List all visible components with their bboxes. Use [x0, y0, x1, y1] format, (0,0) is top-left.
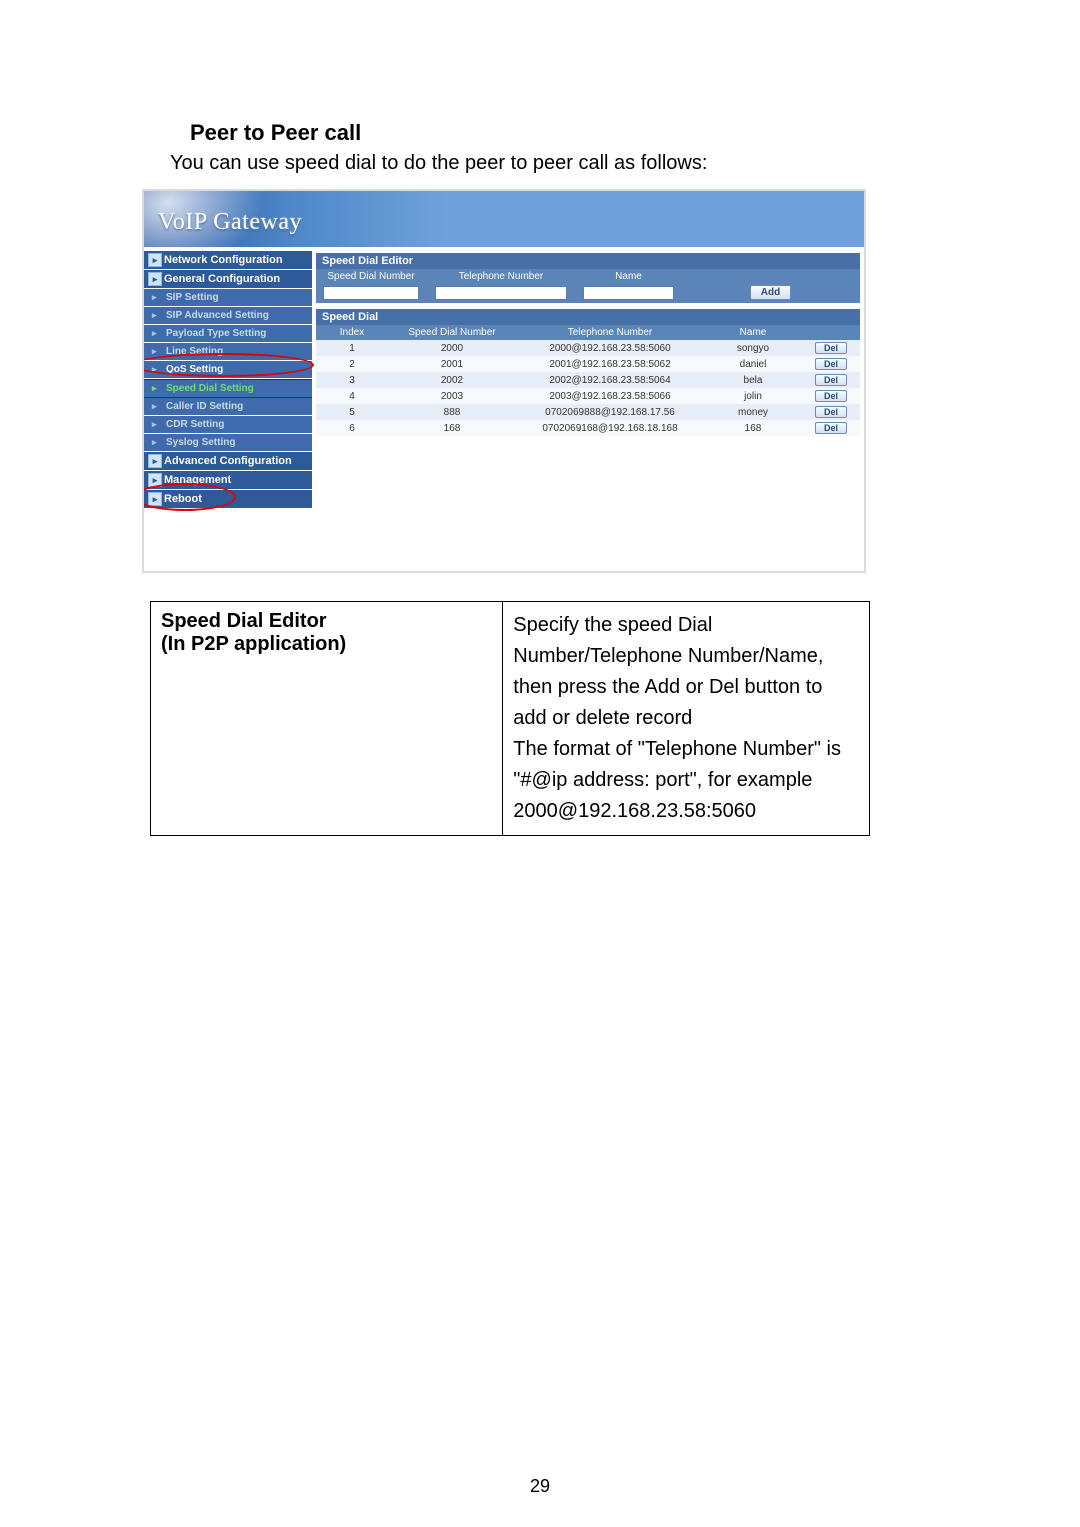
sidebar-top-advanced[interactable]: Advanced Configuration [144, 452, 312, 471]
cell-index: 1 [316, 340, 388, 356]
list-title: Speed Dial [316, 309, 860, 325]
del-button[interactable]: Del [815, 406, 847, 418]
desc-left-line1: Speed Dial Editor [161, 610, 327, 632]
page-number: 29 [0, 1476, 1080, 1497]
cell-sdn: 2001 [388, 356, 516, 372]
input-speed-dial-number[interactable] [323, 286, 419, 300]
voip-screenshot: VoIP Gateway Network Configuration Gener… [142, 189, 866, 573]
sidebar-top-network[interactable]: Network Configuration [144, 251, 312, 270]
table-row: 58880702069888@192.168.17.56money Del [316, 404, 860, 420]
speed-dial-table: Index Speed Dial Number Telephone Number… [316, 325, 860, 436]
cell-index: 6 [316, 420, 388, 436]
desc-right-cell: Specify the speed Dial Number/Telephone … [503, 602, 870, 836]
del-button[interactable]: Del [815, 374, 847, 386]
cell-sdn: 2002 [388, 372, 516, 388]
sidebar-item-line[interactable]: Line Setting [144, 343, 312, 361]
del-button[interactable]: Del [815, 422, 847, 434]
cell-name: 168 [704, 420, 802, 436]
cell-sdn: 888 [388, 404, 516, 420]
cell-tel: 2003@192.168.23.58:5066 [516, 388, 704, 404]
cell-del: Del [802, 372, 860, 388]
editor-input-row: Add [316, 284, 860, 303]
cell-sdn: 2003 [388, 388, 516, 404]
table-row: 61680702069168@192.168.18.168168Del [316, 420, 860, 436]
cell-del: Del [802, 340, 860, 356]
editor-header-row: Speed Dial Number Telephone Number Name [316, 269, 860, 284]
cell-tel: 2002@192.168.23.58:5064 [516, 372, 704, 388]
table-row: 420032003@192.168.23.58:5066jolin Del [316, 388, 860, 404]
editor-col-name: Name [576, 269, 681, 284]
cell-tel: 0702069168@192.168.18.168 [516, 420, 704, 436]
sidebar-top-management[interactable]: Management [144, 471, 312, 490]
desc-left-line2: (In P2P application) [161, 633, 346, 655]
cell-name: jolin [704, 388, 802, 404]
manual-page: Peer to Peer call You can use speed dial… [0, 0, 1080, 1527]
cell-index: 4 [316, 388, 388, 404]
sidebar-item-cdr[interactable]: CDR Setting [144, 416, 312, 434]
sidebar-item-callerid[interactable]: Caller ID Setting [144, 398, 312, 416]
desc-left-cell: Speed Dial Editor (In P2P application) [151, 602, 503, 836]
sidebar-item-sip-adv[interactable]: SIP Advanced Setting [144, 307, 312, 325]
cell-del: Del [802, 420, 860, 436]
th-sdn: Speed Dial Number [388, 325, 516, 340]
section-title: Peer to Peer call [190, 120, 930, 146]
del-button[interactable]: Del [815, 390, 847, 402]
cell-index: 2 [316, 356, 388, 372]
th-index: Index [316, 325, 388, 340]
app-title: VoIP Gateway [158, 209, 302, 236]
cell-sdn: 2000 [388, 340, 516, 356]
cell-name: daniel [704, 356, 802, 372]
input-telephone-number[interactable] [435, 286, 567, 300]
description-table: Speed Dial Editor (In P2P application) S… [150, 601, 870, 836]
desc-right-text: Specify the speed Dial Number/Telephone … [513, 614, 841, 822]
add-button[interactable]: Add [750, 285, 791, 300]
app-header: VoIP Gateway [144, 191, 864, 247]
sidebar-item-speed-dial[interactable]: Speed Dial Setting [144, 379, 312, 398]
cell-index: 3 [316, 372, 388, 388]
th-name: Name [704, 325, 802, 340]
sidebar-item-syslog[interactable]: Syslog Setting [144, 434, 312, 452]
cell-tel: 2000@192.168.23.58:5060 [516, 340, 704, 356]
editor-col-sdn: Speed Dial Number [316, 269, 426, 284]
main-pane: Speed Dial Editor Speed Dial Number Tele… [316, 253, 860, 436]
sidebar-item-qos[interactable]: QoS Setting [144, 361, 312, 379]
del-button[interactable]: Del [815, 358, 847, 370]
sidebar-top-reboot[interactable]: Reboot [144, 490, 312, 509]
cell-index: 5 [316, 404, 388, 420]
del-button[interactable]: Del [815, 342, 847, 354]
sidebar: Network Configuration General Configurat… [144, 251, 312, 509]
th-tel: Telephone Number [516, 325, 704, 340]
sidebar-item-sip[interactable]: SIP Setting [144, 289, 312, 307]
cell-name: songyo [704, 340, 802, 356]
cell-tel: 2001@192.168.23.58:5062 [516, 356, 704, 372]
cell-tel: 0702069888@192.168.17.56 [516, 404, 704, 420]
table-row: 220012001@192.168.23.58:5062daniel Del [316, 356, 860, 372]
cell-del: Del [802, 356, 860, 372]
cell-sdn: 168 [388, 420, 516, 436]
sidebar-item-payload[interactable]: Payload Type Setting [144, 325, 312, 343]
editor-col-tel: Telephone Number [426, 269, 576, 284]
editor-title: Speed Dial Editor [316, 253, 860, 269]
table-row: 320022002@192.168.23.58:5064bela Del [316, 372, 860, 388]
cell-name: money [704, 404, 802, 420]
table-row: 120002000@192.168.23.58:5060songyo Del [316, 340, 860, 356]
cell-del: Del [802, 404, 860, 420]
cell-del: Del [802, 388, 860, 404]
intro-text: You can use speed dial to do the peer to… [170, 152, 930, 175]
cell-name: bela [704, 372, 802, 388]
sidebar-top-general[interactable]: General Configuration [144, 270, 312, 289]
input-name[interactable] [583, 286, 674, 300]
